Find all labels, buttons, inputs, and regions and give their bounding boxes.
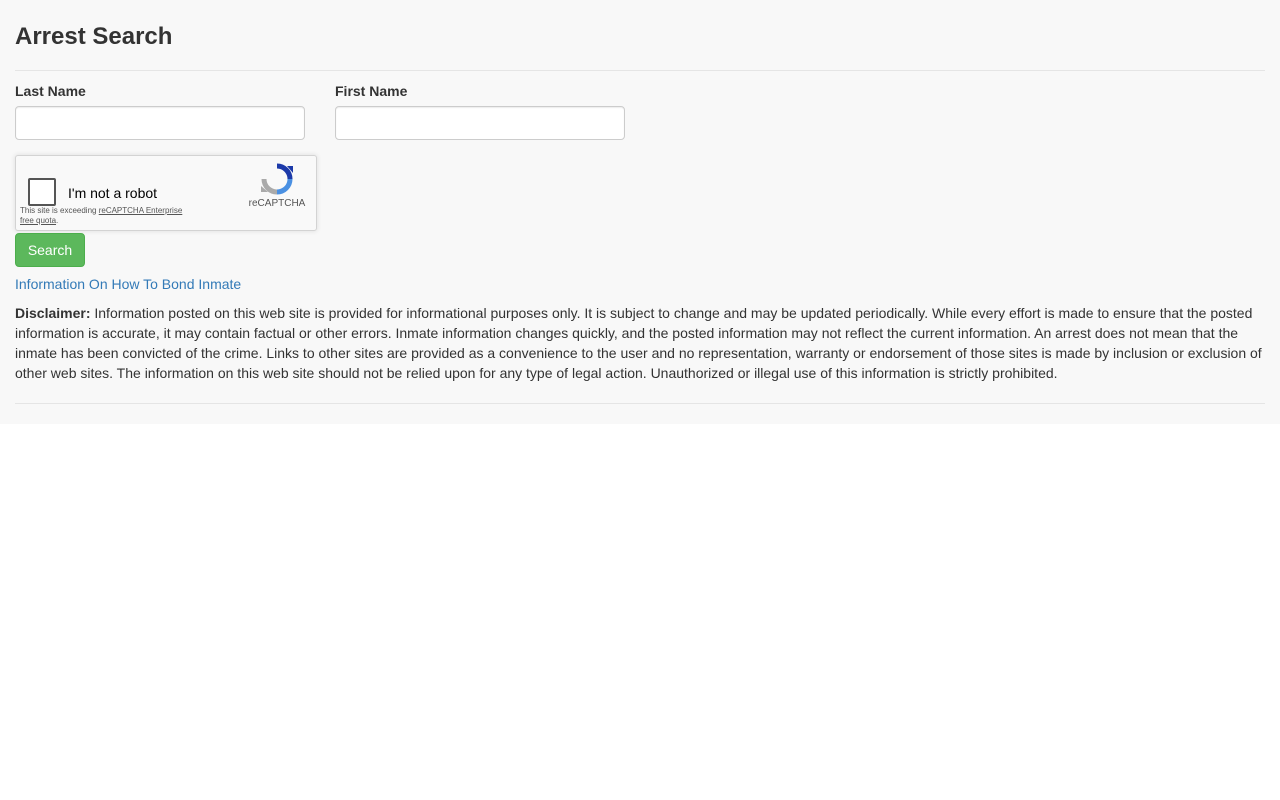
disclaimer-body: Information posted on this web site is p… xyxy=(15,305,1262,381)
disclaimer-heading: Disclaimer: xyxy=(15,305,91,321)
search-panel: Arrest Search Last Name First Name I'm n… xyxy=(0,0,1280,424)
recaptcha-logo-icon xyxy=(261,163,293,195)
page-title: Arrest Search xyxy=(15,23,173,50)
bond-inmate-link[interactable]: Information On How To Bond Inmate xyxy=(15,276,241,292)
first-name-input[interactable] xyxy=(335,106,625,140)
last-name-input[interactable] xyxy=(15,106,305,140)
recaptcha-widget: I'm not a robot This site is exceeding r… xyxy=(15,155,317,231)
recaptcha-quota-note: This site is exceeding reCAPTCHA Enterpr… xyxy=(20,206,190,226)
first-name-label: First Name xyxy=(335,83,408,99)
last-name-label: Last Name xyxy=(15,83,86,99)
title-divider xyxy=(15,70,1265,71)
recaptcha-label: I'm not a robot xyxy=(68,185,158,201)
search-button[interactable]: Search xyxy=(15,233,85,267)
footer-divider xyxy=(15,403,1265,404)
recaptcha-brand: reCAPTCHA xyxy=(248,198,306,209)
recaptcha-note-prefix: This site is exceeding xyxy=(20,206,99,215)
disclaimer-text: Disclaimer: Information posted on this w… xyxy=(15,303,1267,383)
recaptcha-note-suffix: . xyxy=(56,216,59,225)
recaptcha-checkbox[interactable] xyxy=(28,178,56,206)
